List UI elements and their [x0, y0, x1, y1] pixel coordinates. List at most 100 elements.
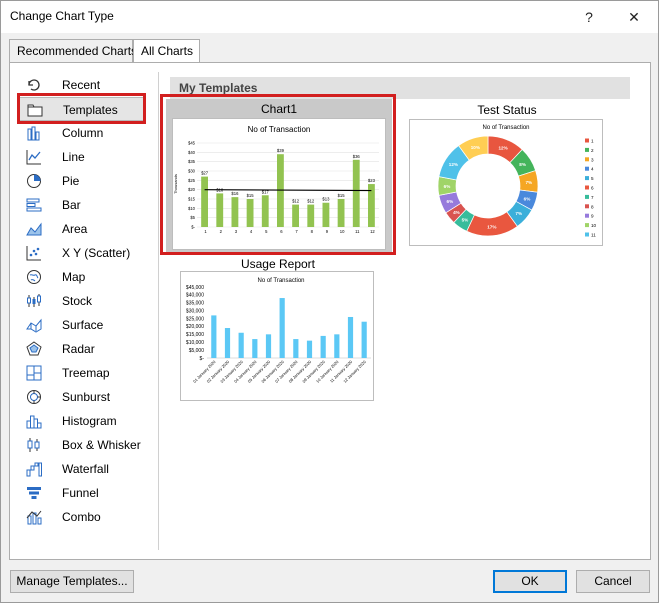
sidebar-item-label: Pie — [62, 174, 80, 188]
sidebar-item-label: Map — [62, 270, 86, 284]
sidebar-item-waterfall[interactable]: Waterfall — [18, 457, 144, 481]
y-tick-label: $25,000 — [186, 316, 204, 322]
legend-swatch — [585, 157, 589, 162]
sidebar-item-label: Stock — [62, 294, 93, 308]
sidebar-item-label: Recent — [62, 78, 101, 92]
slice-label: 6% — [447, 199, 454, 204]
sidebar-item-label: Column — [62, 126, 104, 140]
slice-label: 7% — [525, 180, 532, 185]
sidebar-item-sunburst[interactable]: Sunburst — [18, 385, 144, 409]
legend-entry: 8 — [591, 204, 594, 209]
sidebar-item-xy-scatter[interactable]: X Y (Scatter) — [18, 241, 144, 265]
legend-entry: 4 — [591, 167, 594, 172]
dialog-title: Change Chart Type — [10, 9, 114, 23]
help-icon[interactable]: ? — [576, 5, 602, 29]
legend-entry: 10 — [591, 223, 597, 228]
bar — [238, 332, 244, 358]
close-icon[interactable]: ✕ — [621, 5, 647, 29]
bar — [265, 334, 272, 358]
sidebar-item-combo[interactable]: Combo — [18, 505, 144, 529]
sidebar-item-label: Box & Whisker — [62, 438, 141, 452]
bar — [361, 321, 367, 358]
template-usage-report[interactable]: Usage Report No of Transaction $45,000 $4… — [180, 254, 376, 404]
legend-swatch — [585, 232, 589, 237]
slice-label: 12% — [498, 146, 507, 151]
sidebar-item-label: Bar — [62, 198, 81, 212]
funnel-chart-icon — [27, 487, 41, 499]
ok-button[interactable]: OK — [493, 570, 567, 593]
bar — [334, 334, 340, 358]
sidebar-item-box-whisker[interactable]: Box & Whisker — [18, 433, 144, 457]
sidebar-item-radar[interactable]: Radar — [18, 337, 144, 361]
treemap-chart-icon — [26, 365, 42, 381]
y-tick-label: $45,000 — [186, 285, 204, 291]
sidebar-item-label: Histogram — [62, 414, 117, 428]
slice-label: 4% — [453, 210, 460, 215]
y-tick-label: $10,000 — [186, 340, 204, 346]
pie-chart-icon — [27, 174, 41, 188]
template-thumbnail: No of Transaction 12% 8% 7% 6% 7% 17% 5% 4% 6% 6%… — [409, 119, 603, 246]
tab-all-charts[interactable]: All Charts — [133, 39, 200, 64]
y-tick-label: $5,000 — [189, 348, 205, 354]
legend-entry: 2 — [591, 148, 594, 153]
sidebar-item-funnel[interactable]: Funnel — [18, 481, 144, 505]
sunburst-chart-icon — [27, 390, 41, 404]
title-bar: Change Chart Type ? ✕ — [1, 1, 658, 33]
template-thumbnail: No of Transaction $45,000 $40,000 $35,000 $… — [180, 271, 374, 401]
legend-entry: 7 — [591, 195, 594, 200]
slice-label: 6% — [444, 184, 451, 189]
legend-swatch — [585, 166, 589, 171]
waterfall-chart-icon — [26, 462, 42, 477]
template-name: Test Status — [477, 103, 537, 117]
sidebar-item-label: Radar — [62, 342, 95, 356]
area-chart-icon — [26, 222, 42, 236]
column-chart-icon — [27, 126, 40, 141]
sidebar-item-label: Area — [62, 222, 88, 236]
sidebar-item-label: Line — [62, 150, 85, 164]
change-chart-type-dialog: Change Chart Type ? ✕ Recommended Charts… — [0, 0, 659, 603]
bar — [320, 335, 326, 358]
sidebar-item-map[interactable]: Map — [18, 265, 144, 289]
sidebar-item-histogram[interactable]: Histogram — [18, 409, 144, 433]
sidebar-item-treemap[interactable]: Treemap — [18, 361, 144, 385]
y-tick-label: $15,000 — [186, 332, 204, 338]
sidebar-item-area[interactable]: Area — [18, 217, 144, 241]
sidebar-item-surface[interactable]: Surface — [18, 313, 144, 337]
slice-label: 8% — [519, 162, 526, 167]
sidebar-item-label: X Y (Scatter) — [62, 246, 131, 260]
radar-chart-icon — [26, 341, 42, 356]
slice-label: 17% — [487, 225, 496, 230]
sidebar-item-line[interactable]: Line — [18, 145, 144, 169]
tab-recommended-charts[interactable]: Recommended Charts — [9, 39, 137, 63]
slice-label: 10% — [471, 145, 480, 150]
chart-title: No of Transaction — [482, 125, 529, 131]
sidebar-item-label: Surface — [62, 318, 104, 332]
sidebar-item-label: Combo — [62, 510, 101, 524]
stock-chart-icon — [27, 294, 41, 307]
surface-chart-icon — [26, 318, 42, 333]
sidebar-item-bar[interactable]: Bar — [18, 193, 144, 217]
slice-label: 5% — [462, 218, 469, 223]
sidebar-item-label: Treemap — [62, 366, 110, 380]
manage-templates-button[interactable]: Manage Templates... — [10, 570, 134, 593]
y-tick-label: $35,000 — [186, 301, 204, 307]
sidebar-item-label: Waterfall — [62, 462, 109, 476]
legend-swatch — [585, 185, 589, 190]
templates-annotation-box — [17, 93, 146, 124]
legend-entry: 6 — [591, 186, 594, 191]
legend-swatch — [585, 194, 589, 199]
sidebar-item-pie[interactable]: Pie — [18, 169, 144, 193]
combo-chart-icon — [26, 510, 42, 525]
sidebar-item-stock[interactable]: Stock — [18, 289, 144, 313]
slice-label: 7% — [515, 211, 522, 216]
bar-chart-icon — [26, 198, 42, 212]
bar — [293, 339, 299, 358]
recent-icon — [28, 79, 40, 91]
template-test-status[interactable]: Test Status No of Transaction 12% 8% 7% 6% 7… — [407, 99, 607, 254]
sidebar-item-column[interactable]: Column — [18, 121, 144, 145]
y-tick-label: $40,000 — [186, 293, 204, 299]
cancel-button[interactable]: Cancel — [576, 570, 650, 593]
y-tick-label: $30,000 — [186, 308, 204, 314]
section-title: My Templates — [179, 81, 258, 95]
legend-entry: 5 — [591, 176, 594, 181]
